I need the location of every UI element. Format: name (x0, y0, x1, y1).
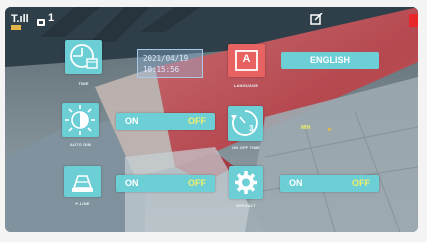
timer-value[interactable]: MIN (301, 125, 310, 131)
time-button[interactable] (65, 40, 102, 74)
time-caption: TIME (78, 81, 89, 86)
default-on-label: ON (289, 178, 303, 188)
p-line-on-label: ON (125, 178, 139, 188)
timer-icon (231, 110, 258, 136)
timer-icon-number: 3 (249, 124, 254, 133)
camera-icon (36, 14, 46, 32)
p-line-toggle[interactable]: ON OFF (116, 175, 215, 192)
auto-dim-button[interactable] (62, 103, 99, 137)
default-off-label: OFF (352, 178, 370, 188)
edit-icon[interactable] (310, 12, 323, 30)
brightness-icon (65, 105, 95, 135)
p-line-off-label: OFF (188, 178, 206, 188)
time-display[interactable]: 2021/04/19 10:15:56 (137, 49, 203, 78)
language-button[interactable]: A (228, 44, 265, 77)
record-indicator (409, 14, 418, 27)
timer-dot (328, 128, 331, 131)
default-button[interactable] (229, 166, 263, 199)
clock-value: 10:15:56 (143, 65, 180, 74)
warning-indicator (11, 25, 21, 30)
auto-dim-on-label: ON (125, 116, 139, 126)
language-value-button[interactable]: ENGLISH (281, 52, 379, 69)
gear-icon (235, 171, 257, 194)
camera-screen: T.ıll 1 TIME 2021/04/19 10:15:56 A LANGU… (5, 7, 418, 232)
auto-dim-toggle[interactable]: ON OFF (116, 113, 215, 130)
signal-icon: T.ıll (11, 13, 29, 25)
p-line-caption: P-LINE (75, 201, 90, 206)
default-toggle[interactable]: ON OFF (280, 175, 379, 192)
parking-line-icon (72, 175, 93, 192)
auto-dim-off-label: OFF (188, 116, 206, 126)
p-line-button[interactable] (64, 166, 101, 197)
clock-calendar-icon (70, 44, 98, 69)
camera-number: 1 (48, 12, 55, 24)
date-value: 2021/04/19 (143, 54, 189, 63)
language-caption: LANGUAGE (233, 83, 259, 88)
default-caption: DEFAULT (236, 203, 256, 208)
timer-caption: ON OFF TIME (232, 145, 260, 150)
timer-button[interactable]: 3 (228, 106, 263, 141)
language-icon-letter: A (242, 53, 251, 65)
auto-dim-caption: AUTO DIM (69, 142, 92, 147)
